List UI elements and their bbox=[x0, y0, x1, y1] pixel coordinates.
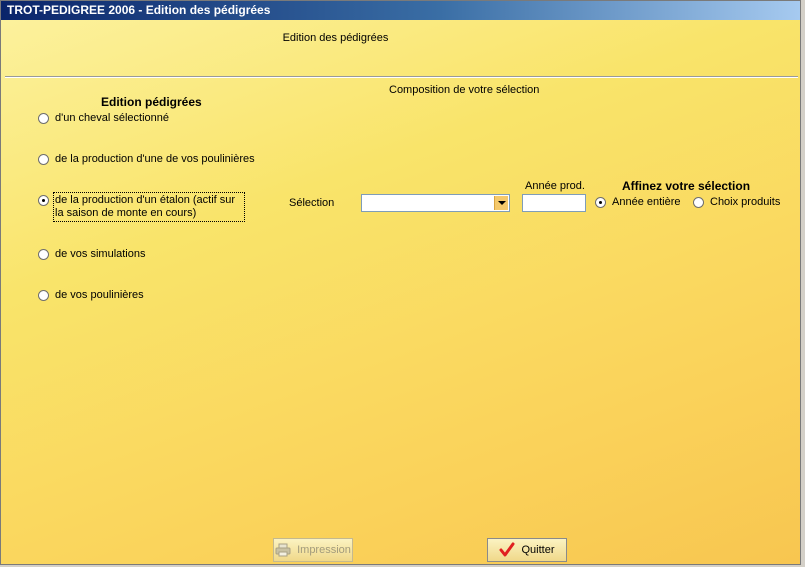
title-bar: TROT-PEDIGREE 2006 - Edition des pédigré… bbox=[1, 1, 800, 20]
main-window: TROT-PEDIGREE 2006 - Edition des pédigré… bbox=[0, 0, 801, 565]
radio-label: de la production d'une de vos poulinière… bbox=[55, 153, 255, 165]
radio-label: Choix produits bbox=[710, 196, 781, 208]
radio-production-etalon[interactable]: de la production d'un étalon (actif sur … bbox=[38, 192, 245, 222]
radio-button-selected[interactable] bbox=[38, 195, 49, 206]
radio-button[interactable] bbox=[693, 197, 704, 208]
radio-production-pouliniere[interactable]: de la production d'une de vos poulinière… bbox=[38, 153, 255, 166]
radio-label: d'un cheval sélectionné bbox=[55, 112, 170, 124]
radio-choix-produits[interactable]: Choix produits bbox=[693, 196, 780, 209]
annee-prod-input[interactable] bbox=[522, 194, 586, 212]
selection-label: Sélection bbox=[289, 197, 335, 209]
annee-prod-label: Année prod. bbox=[525, 180, 585, 192]
impression-label: Impression bbox=[297, 544, 351, 556]
radio-simulations[interactable]: de vos simulations bbox=[38, 248, 146, 261]
radio-label: de vos poulinières bbox=[55, 289, 144, 301]
radio-label: Année entière bbox=[612, 196, 681, 208]
radio-annee-entiere[interactable]: Année entière bbox=[595, 196, 681, 209]
radio-button-selected[interactable] bbox=[595, 197, 606, 208]
selection-combobox[interactable] bbox=[361, 194, 510, 212]
chevron-down-icon[interactable] bbox=[494, 196, 508, 210]
radio-label: de la production d'un étalon (actif sur … bbox=[53, 192, 245, 222]
edition-title: Edition pédigrées bbox=[101, 95, 202, 109]
radio-cheval-selectionne[interactable]: d'un cheval sélectionné bbox=[38, 112, 169, 125]
quitter-label: Quitter bbox=[521, 544, 555, 556]
radio-button[interactable] bbox=[38, 290, 49, 301]
window-title: TROT-PEDIGREE 2006 - Edition des pédigré… bbox=[7, 3, 271, 17]
radio-label: de vos simulations bbox=[55, 248, 146, 260]
checkmark-icon bbox=[499, 542, 515, 558]
quitter-button[interactable]: Quitter bbox=[487, 538, 567, 562]
separator bbox=[5, 76, 798, 78]
affinez-title: Affinez votre sélection bbox=[622, 179, 751, 193]
page-header: Edition des pédigrées bbox=[282, 32, 389, 44]
group-title: Composition de votre sélection bbox=[389, 84, 540, 96]
radio-button[interactable] bbox=[38, 154, 49, 165]
printer-icon bbox=[275, 543, 291, 557]
radio-poulinieres[interactable]: de vos poulinières bbox=[38, 289, 144, 302]
impression-button[interactable]: Impression bbox=[273, 538, 353, 562]
radio-button[interactable] bbox=[38, 113, 49, 124]
radio-button[interactable] bbox=[38, 249, 49, 260]
